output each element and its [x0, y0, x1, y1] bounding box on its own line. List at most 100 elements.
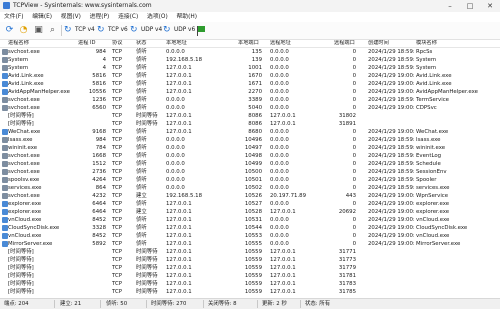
create-time-cell: 2024/1/29 19:00:28 [368, 89, 414, 95]
process-name-cell: WeChat.exe [8, 129, 41, 135]
remote-port-cell: 0 [352, 169, 356, 175]
maximize-icon[interactable]: □ [460, 0, 480, 12]
table-row[interactable]: [时间等待] TCP 时间等待 127.0.0.1 10559 127.0.0.1 3178… [0, 288, 500, 296]
state-cell: 侦听 [136, 97, 147, 103]
udpv6-toggle[interactable]: ↻ UDP v6 [163, 25, 195, 36]
table-row[interactable]: [时间等待] TCP 时间等待 127.0.0.1 10559 127.0.0.1 3178… [0, 280, 500, 288]
create-time-cell: 2024/1/29 18:59:57 [368, 57, 414, 63]
col-state[interactable]: 状态 [136, 40, 164, 47]
pid-cell: 3328 [92, 225, 106, 231]
table-row[interactable]: [时间等待] TCP 时间等待 127.0.0.1 10559 127.0.0.1 3177… [0, 256, 500, 264]
col-local-address[interactable]: 本地地址 [166, 40, 211, 47]
remote-port-cell: 31781 [338, 273, 356, 279]
remote-port-cell: 31785 [338, 289, 356, 295]
remote-port-cell: 0 [352, 81, 356, 87]
table-row[interactable]: explorer.exe 6464 TCP 建立 127.0.0.1 10528 127.0… [0, 208, 500, 216]
table-row[interactable]: wininit.exe 784 TCP 侦听 0.0.0.0 10497 0.0.0.0 0 2… [0, 144, 500, 152]
menu-help[interactable]: 帮助(H) [177, 12, 197, 22]
protocol-cell: TCP [112, 281, 122, 287]
local-port-cell: 10527 [244, 201, 262, 207]
state-cell: 侦听 [136, 161, 147, 167]
table-row[interactable]: [时间等待] TCP 时间等待 127.0.0.1 10559 127.0.0.1 3177… [0, 264, 500, 272]
status-divider [54, 300, 55, 308]
table-row[interactable]: AvidAppManHelper.exe 10556 TCP 侦听 127.0.0.1 2… [0, 88, 500, 96]
local-port-cell: 10559 [244, 249, 262, 255]
col-remote-address[interactable]: 远程地址 [270, 40, 315, 47]
table-row[interactable]: Avid.Link.exe 5816 TCP 侦听 127.0.0.1 1670 0.0.0… [0, 72, 500, 80]
udpv4-toggle[interactable]: ↻ UDP v4 [130, 25, 162, 36]
table-row[interactable]: svchost.exe 984 TCP 侦听 0.0.0.0 135 0.0.0.0 0 202… [0, 48, 500, 56]
create-time-cell: 2024/1/29 19:00:33 [368, 241, 414, 247]
col-local-port[interactable]: 本地端口 [238, 40, 266, 47]
table-row[interactable]: svchost.exe 1236 TCP 侦听 0.0.0.0 3389 0.0.0.0 0 2… [0, 96, 500, 104]
table-row[interactable]: svchost.exe 1512 TCP 侦听 0.0.0.0 10499 0.0.0.0 0… [0, 160, 500, 168]
table-row[interactable]: Avid.Link.exe 5816 TCP 侦听 127.0.0.1 1671 0.0.0… [0, 80, 500, 88]
table-row[interactable]: System 4 TCP 侦听 127.0.0.1 1001 0.0.0.0 0 2024/1/… [0, 64, 500, 72]
tcpv6-toggle[interactable]: ↻ TCP v6 [97, 25, 128, 36]
table-row[interactable]: vnCloud.exe 8452 TCP 侦听 127.0.0.1 10553 0.0.0.… [0, 232, 500, 240]
col-protocol[interactable]: 协议 [112, 40, 132, 47]
remote-address-cell: 0.0.0.0 [270, 185, 289, 191]
protocol-cell: TCP [112, 153, 122, 159]
local-address-cell: 127.0.0.1 [166, 81, 192, 87]
col-module-name[interactable]: 模块名称 [416, 40, 461, 47]
save-icon[interactable]: ▣ [33, 25, 44, 36]
tcpv4-toggle[interactable]: ↻ TCP v4 [64, 25, 95, 36]
col-pid[interactable]: 进程 ID [78, 40, 98, 47]
local-address-cell: 127.0.0.1 [166, 65, 192, 71]
status-divider [146, 300, 147, 308]
menu-options[interactable]: 选项(O) [147, 12, 168, 22]
connections-table[interactable]: 进程名称 进程 ID 协议 状态 本地地址 本地端口 远程地址 远程端口 创建时… [0, 40, 500, 298]
local-address-cell: 127.0.0.1 [166, 249, 192, 255]
status-divider [300, 300, 301, 308]
table-row[interactable]: vnCloud.exe 8452 TCP 侦听 127.0.0.1 10531 0.0.0.… [0, 216, 500, 224]
local-port-cell: 10501 [244, 177, 262, 183]
menu-file[interactable]: 文件(F) [4, 12, 23, 22]
table-row[interactable]: CloudSyncDisk.exe 3328 TCP 侦听 127.0.0.1 10544… [0, 224, 500, 232]
protocol-cell: TCP [112, 137, 122, 143]
pause-icon[interactable]: ◔ [18, 25, 29, 36]
menu-process[interactable]: 进程(P) [90, 12, 110, 22]
menu-edit[interactable]: 编辑(E) [32, 12, 52, 22]
local-address-cell: 192.168.5.18 [166, 57, 203, 63]
table-row[interactable]: [时间等待] TCP 时间等待 127.0.0.1 10559 127.0.0.1 3178… [0, 272, 500, 280]
process-name-cell: services.exe [8, 185, 42, 191]
refresh-icon[interactable]: ⟳ [4, 25, 15, 36]
protocol-cell: TCP [112, 89, 122, 95]
table-row[interactable]: svchost.exe 2736 TCP 侦听 0.0.0.0 10500 0.0.0.0 0… [0, 168, 500, 176]
col-create-time[interactable]: 创建时间 [368, 40, 413, 47]
create-time-cell: 2024/1/29 19:00:07 [368, 193, 414, 199]
protocol-cell: TCP [112, 113, 122, 119]
table-row[interactable]: [时间等待] TCP 时间等待 127.0.0.1 8086 127.0.0.1 31891 [0, 120, 500, 128]
table-row[interactable]: System 4 TCP 侦听 192.168.5.18 139 0.0.0.0 0 2024/… [0, 56, 500, 64]
table-row[interactable]: MirrorServer.exe 5892 TCP 侦听 127.0.0.1 10555 0… [0, 240, 500, 248]
table-row[interactable]: explorer.exe 6464 TCP 侦听 127.0.0.1 10527 0.0.0… [0, 200, 500, 208]
table-row[interactable]: svchost.exe 6560 TCP 侦听 0.0.0.0 5040 0.0.0.0 0 2… [0, 104, 500, 112]
table-row[interactable]: spoolsv.exe 4264 TCP 侦听 0.0.0.0 10501 0.0.0.0 0… [0, 176, 500, 184]
col-process-name[interactable]: 进程名称 [8, 40, 74, 47]
table-row[interactable]: lsass.exe 984 TCP 侦听 0.0.0.0 10496 0.0.0.0 0 202… [0, 136, 500, 144]
table-row[interactable]: [时间等待] TCP 时间等待 127.0.0.1 10559 127.0.0.1 3177… [0, 248, 500, 256]
protocol-cell: TCP [112, 233, 122, 239]
protocol-cell: TCP [112, 249, 122, 255]
table-row[interactable]: svchost.exe 1668 TCP 侦听 0.0.0.0 10498 0.0.0.0 0… [0, 152, 500, 160]
state-cell: 侦听 [136, 241, 147, 247]
table-row[interactable]: [时间等待] TCP 时间等待 127.0.0.1 8086 127.0.0.1 31802 [0, 112, 500, 120]
table-row[interactable]: svchost.exe 4232 TCP 建立 192.168.5.18 10526 20.… [0, 192, 500, 200]
close-icon[interactable]: ✕ [480, 0, 500, 12]
minimize-icon[interactable]: – [440, 0, 460, 12]
process-name-cell: wininit.exe [8, 145, 38, 151]
menu-view[interactable]: 视图(V) [61, 12, 81, 22]
col-remote-port[interactable]: 远程端口 [334, 40, 362, 47]
state-cell: 侦听 [136, 137, 147, 143]
table-row[interactable]: services.exe 864 TCP 侦听 0.0.0.0 10502 0.0.0.0 0… [0, 184, 500, 192]
table-row[interactable]: WeChat.exe 9168 TCP 侦听 127.0.0.1 8680 0.0.0.0 0… [0, 128, 500, 136]
module-name-cell: TermService [416, 97, 449, 103]
create-time-cell: 2024/1/29 18:59:56 [368, 49, 414, 55]
flag-icon[interactable] [197, 26, 205, 36]
remote-address-cell: 0.0.0.0 [270, 105, 289, 111]
pid-cell: 1668 [92, 153, 106, 159]
menu-connection[interactable]: 连接(C) [118, 12, 138, 22]
search-icon[interactable]: ⌕ [47, 25, 58, 36]
local-port-cell: 10500 [244, 169, 262, 175]
